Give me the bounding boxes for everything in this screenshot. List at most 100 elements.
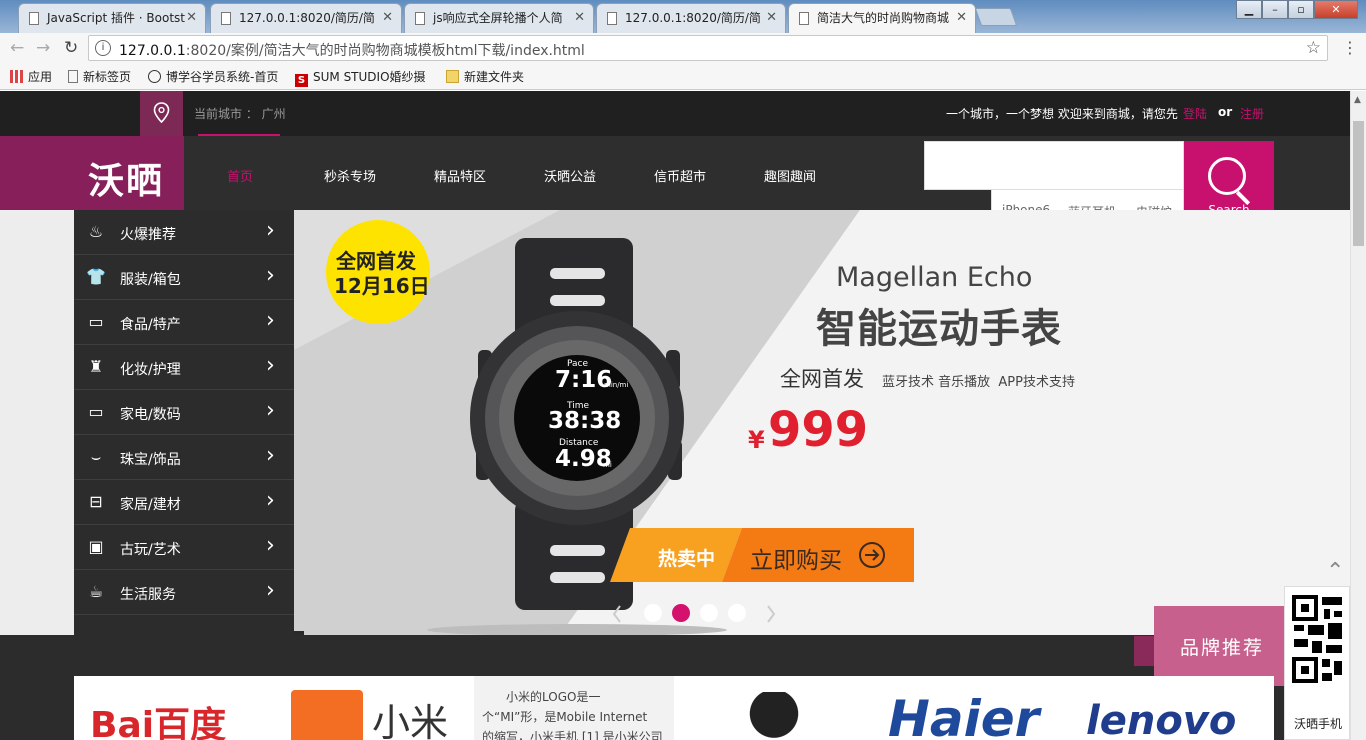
carousel-prev-arrow[interactable]	[604, 596, 630, 630]
nav-home[interactable]: 首页	[227, 166, 253, 185]
chevron-right-icon: ›	[266, 353, 275, 378]
tab-title: js响应式全屏轮播个人简	[433, 11, 563, 25]
category-item[interactable]: 👕 服装/箱包 ›	[74, 255, 294, 300]
category-item[interactable]: ♜ 化妆/护理 ›	[74, 345, 294, 390]
nav-charity[interactable]: 沃晒公益	[544, 166, 596, 185]
close-icon[interactable]: ✕	[382, 4, 393, 32]
top-bar: 当前城市 ： 广州 一个城市，一个梦想 欢迎来到商城，请您先 登陆 or 注册	[0, 91, 1350, 137]
login-link[interactable]: 登陆	[1183, 105, 1207, 122]
product-features: 蓝牙技术 音乐播放 APP技术支持	[882, 375, 1075, 390]
browser-tab[interactable]: js响应式全屏轮播个人简 ✕	[404, 3, 594, 33]
folder-icon	[446, 70, 459, 83]
chevron-right-icon: ›	[266, 308, 275, 333]
category-item[interactable]: ▭ 食品/特产 ›	[74, 300, 294, 345]
search-input[interactable]	[924, 141, 1184, 190]
back-to-top-icon[interactable]: ⌃	[1326, 559, 1344, 584]
back-icon[interactable]: ←	[10, 38, 24, 58]
close-icon[interactable]: ✕	[956, 4, 967, 32]
qr-code-panel[interactable]: 沃晒手机	[1284, 586, 1350, 740]
category-item[interactable]: ⌣ 珠宝/饰品 ›	[74, 435, 294, 480]
category-item[interactable]: ▣ 古玩/艺术 ›	[74, 525, 294, 570]
user-icon[interactable]: ▁	[1236, 0, 1262, 19]
url-host: 127.0.0.1	[119, 43, 186, 59]
search-icon	[1208, 157, 1246, 195]
tab-title: 127.0.0.1:8020/简历/简	[239, 11, 375, 25]
category-item[interactable]: ☕ 生活服务 ›	[74, 570, 294, 615]
forward-icon[interactable]: →	[36, 38, 50, 58]
scroll-up-icon[interactable]: ▲	[1354, 95, 1361, 105]
url-text[interactable]: 127.0.0.1:8020/案例/简洁大气的时尚购物商城模板html下载/in…	[119, 40, 585, 60]
page-icon	[68, 70, 78, 83]
page-icon	[607, 12, 617, 25]
hot-sale-label[interactable]: 热卖中	[658, 544, 715, 571]
new-tab-button[interactable]	[974, 8, 1018, 26]
tab-strip: JavaScript 插件 · Bootst ✕ 127.0.0.1:8020/…	[0, 0, 1366, 33]
carousel-dot[interactable]	[700, 604, 718, 622]
bookmark-label: 应用	[28, 70, 53, 84]
tab-title: 简洁大气的时尚购物商城	[817, 11, 950, 25]
current-city[interactable]: 当前城市 ： 广州	[194, 105, 286, 122]
chevron-right-icon: ›	[266, 398, 275, 423]
nav-fun[interactable]: 趣图趣闻	[764, 166, 816, 185]
page-scrollbar[interactable]: ▲	[1350, 91, 1366, 740]
or-text: or	[1218, 105, 1233, 119]
site-logo[interactable]: 沃晒	[0, 136, 184, 210]
minimize-icon[interactable]: –	[1262, 0, 1288, 19]
nav-flash-sale[interactable]: 秒杀专场	[324, 166, 376, 185]
baidu-logo[interactable]: Bai百度	[90, 696, 226, 740]
category-label: 食品/特产	[120, 317, 181, 333]
close-icon[interactable]: ✕	[186, 4, 197, 32]
star-icon[interactable]: ☆	[1306, 38, 1321, 58]
carousel-dot[interactable]	[728, 604, 746, 622]
nav-supermarket[interactable]: 信币超市	[654, 166, 706, 185]
bookmark-item[interactable]: 博学谷学员系统-首页	[148, 68, 278, 85]
url-path: :8020/案例/简洁大气的时尚购物商城模板html下载/index.html	[185, 43, 585, 59]
carousel-next-arrow[interactable]	[758, 596, 784, 630]
furniture-icon: ⊟	[89, 492, 103, 511]
category-label: 化妆/护理	[120, 362, 181, 378]
register-link[interactable]: 注册	[1240, 105, 1264, 122]
browser-tab[interactable]: JavaScript 插件 · Bootst ✕	[18, 3, 206, 33]
browser-tab[interactable]: 127.0.0.1:8020/简历/简 ✕	[210, 3, 402, 33]
carousel-dot-active[interactable]	[672, 604, 690, 622]
close-icon[interactable]: ✕	[766, 4, 777, 32]
currency-symbol: ¥	[748, 426, 765, 454]
jaguar-logo-icon[interactable]	[714, 692, 834, 740]
category-item[interactable]: ♨ 火爆推荐 ›	[74, 210, 294, 255]
bookmark-item[interactable]: S SUM STUDIO婚纱摄	[295, 68, 426, 87]
carousel-dot[interactable]	[644, 604, 662, 622]
xiaomi-logo-text[interactable]: 小米	[372, 692, 448, 740]
bookmark-apps[interactable]: 应用	[10, 68, 52, 85]
browser-tab-active[interactable]: 简洁大气的时尚购物商城 ✕	[788, 3, 976, 33]
xiaomi-logo-icon[interactable]	[291, 690, 363, 740]
shirt-icon: 👕	[86, 267, 106, 286]
maximize-icon[interactable]: ▫	[1288, 0, 1314, 19]
location-pin-icon[interactable]	[140, 91, 183, 136]
category-label: 家居/建材	[120, 497, 181, 513]
watch-pace-value: 7:16	[555, 367, 613, 393]
category-item[interactable]: ▭ 家电/数码 ›	[74, 390, 294, 435]
haier-logo[interactable]: Haier	[888, 690, 1058, 740]
watch-time-value: 38:38	[548, 408, 622, 434]
qr-code-icon	[1292, 595, 1342, 683]
address-bar[interactable]: i 127.0.0.1:8020/案例/简洁大气的时尚购物商城模板html下载/…	[88, 35, 1328, 61]
browser-tab[interactable]: 127.0.0.1:8020/简历/简 ✕	[596, 3, 786, 33]
menu-icon[interactable]: ⋮	[1342, 38, 1358, 57]
close-window-icon[interactable]: ✕	[1314, 0, 1358, 19]
coffee-icon: ☕	[88, 582, 104, 601]
category-item[interactable]: ⊟ 家居/建材 ›	[74, 480, 294, 525]
bookmark-item[interactable]: 新标签页	[68, 68, 131, 85]
buy-now-button[interactable]: 立即购买	[750, 541, 842, 575]
brand-tag-label: 品牌推荐	[1180, 637, 1265, 659]
reload-icon[interactable]: ↻	[64, 38, 78, 58]
tab-title: 127.0.0.1:8020/简历/简	[625, 11, 761, 25]
close-icon[interactable]: ✕	[574, 4, 585, 32]
apps-icon	[10, 70, 23, 83]
scrollbar-thumb[interactable]	[1353, 121, 1364, 246]
picture-icon: ▣	[88, 537, 104, 556]
logo-text: 沃晒	[88, 161, 165, 202]
nav-premium[interactable]: 精品特区	[434, 166, 486, 185]
lenovo-logo[interactable]: lenovo	[1086, 698, 1236, 740]
info-icon[interactable]: i	[95, 40, 111, 56]
bookmark-item[interactable]: 新建文件夹	[446, 68, 524, 85]
